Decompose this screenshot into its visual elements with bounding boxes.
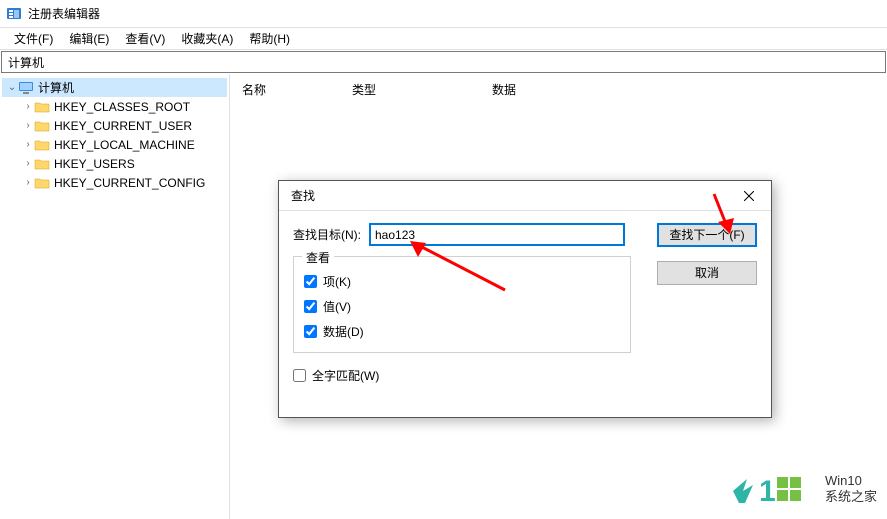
- checkbox-key-input[interactable]: [304, 275, 317, 288]
- find-target-input[interactable]: [369, 223, 625, 246]
- checkbox-value[interactable]: 值(V): [304, 298, 620, 315]
- tree-item-label: HKEY_CURRENT_CONFIG: [54, 176, 205, 190]
- address-bar[interactable]: 计算机: [1, 51, 886, 73]
- list-header: 名称 类型 数据: [234, 78, 883, 100]
- regedit-icon: [6, 6, 22, 22]
- watermark-sub: 系统之家: [825, 489, 877, 505]
- tree-item-hkcu[interactable]: › HKEY_CURRENT_USER: [2, 116, 227, 135]
- tree-item-label: HKEY_CURRENT_USER: [54, 119, 192, 133]
- tree-item-hklm[interactable]: › HKEY_LOCAL_MACHINE: [2, 135, 227, 154]
- view-group: 查看 项(K) 值(V) 数据(D): [293, 256, 631, 353]
- checkbox-data-input[interactable]: [304, 325, 317, 338]
- cancel-button[interactable]: 取消: [657, 261, 757, 285]
- computer-icon: [18, 81, 34, 95]
- window-title: 注册表编辑器: [28, 5, 100, 22]
- checkbox-data-label: 数据(D): [323, 323, 364, 340]
- watermark-logo-icon: 1: [729, 469, 819, 509]
- tree-root-label: 计算机: [38, 79, 74, 96]
- find-next-button[interactable]: 查找下一个(F): [657, 223, 757, 247]
- menu-help[interactable]: 帮助(H): [241, 30, 298, 47]
- checkbox-key-label: 项(K): [323, 273, 351, 290]
- find-target-label: 查找目标(N):: [293, 226, 369, 243]
- dialog-title: 查找: [291, 187, 315, 204]
- tree-item-hku[interactable]: › HKEY_USERS: [2, 154, 227, 173]
- checkbox-fullword-input[interactable]: [293, 369, 306, 382]
- dialog-title-bar: 查找: [279, 181, 771, 211]
- checkbox-value-input[interactable]: [304, 300, 317, 313]
- chevron-right-icon[interactable]: ›: [22, 177, 34, 188]
- folder-icon: [34, 100, 50, 114]
- menu-edit[interactable]: 编辑(E): [61, 30, 117, 47]
- menu-bar: 文件(F) 编辑(E) 查看(V) 收藏夹(A) 帮助(H): [0, 28, 887, 50]
- watermark-text: Win10 系统之家: [825, 473, 877, 504]
- address-path: 计算机: [8, 54, 44, 71]
- checkbox-fullword-label: 全字匹配(W): [312, 367, 379, 384]
- view-group-title: 查看: [302, 249, 334, 266]
- title-bar: 注册表编辑器: [0, 0, 887, 28]
- checkbox-fullword[interactable]: 全字匹配(W): [293, 367, 757, 384]
- folder-icon: [34, 138, 50, 152]
- checkbox-key[interactable]: 项(K): [304, 273, 620, 290]
- tree-root[interactable]: ⌄ 计算机: [2, 78, 227, 97]
- watermark-brand: Win10: [825, 473, 877, 489]
- tree-item-label: HKEY_LOCAL_MACHINE: [54, 138, 195, 152]
- folder-icon: [34, 119, 50, 133]
- chevron-down-icon[interactable]: ⌄: [6, 82, 18, 93]
- find-dialog: 查找 查找目标(N): 查找下一个(F) 取消 查看 项(K) 值(V): [278, 180, 772, 418]
- menu-view[interactable]: 查看(V): [117, 30, 173, 47]
- dialog-body: 查找目标(N): 查找下一个(F) 取消 查看 项(K) 值(V) 数据(D): [279, 211, 771, 396]
- col-data[interactable]: 数据: [484, 81, 883, 98]
- col-name[interactable]: 名称: [234, 81, 344, 98]
- menu-file[interactable]: 文件(F): [6, 30, 61, 47]
- chevron-right-icon[interactable]: ›: [22, 139, 34, 150]
- checkbox-value-label: 值(V): [323, 298, 351, 315]
- tree-panel: ⌄ 计算机 › HKEY_CLASSES_ROOT › HKEY_CURREN: [0, 74, 230, 519]
- svg-text:1: 1: [759, 475, 776, 508]
- chevron-right-icon[interactable]: ›: [22, 101, 34, 112]
- tree-item-label: HKEY_CLASSES_ROOT: [54, 100, 190, 114]
- folder-icon: [34, 176, 50, 190]
- close-icon: [744, 191, 754, 201]
- tree-item-hkcr[interactable]: › HKEY_CLASSES_ROOT: [2, 97, 227, 116]
- menu-favorites[interactable]: 收藏夹(A): [173, 30, 241, 47]
- col-type[interactable]: 类型: [344, 81, 484, 98]
- chevron-right-icon[interactable]: ›: [22, 120, 34, 131]
- checkbox-data[interactable]: 数据(D): [304, 323, 620, 340]
- chevron-right-icon[interactable]: ›: [22, 158, 34, 169]
- tree-item-label: HKEY_USERS: [54, 157, 135, 171]
- close-button[interactable]: [735, 185, 763, 207]
- watermark: 1 Win10 系统之家: [729, 469, 877, 509]
- folder-icon: [34, 157, 50, 171]
- tree-item-hkcc[interactable]: › HKEY_CURRENT_CONFIG: [2, 173, 227, 192]
